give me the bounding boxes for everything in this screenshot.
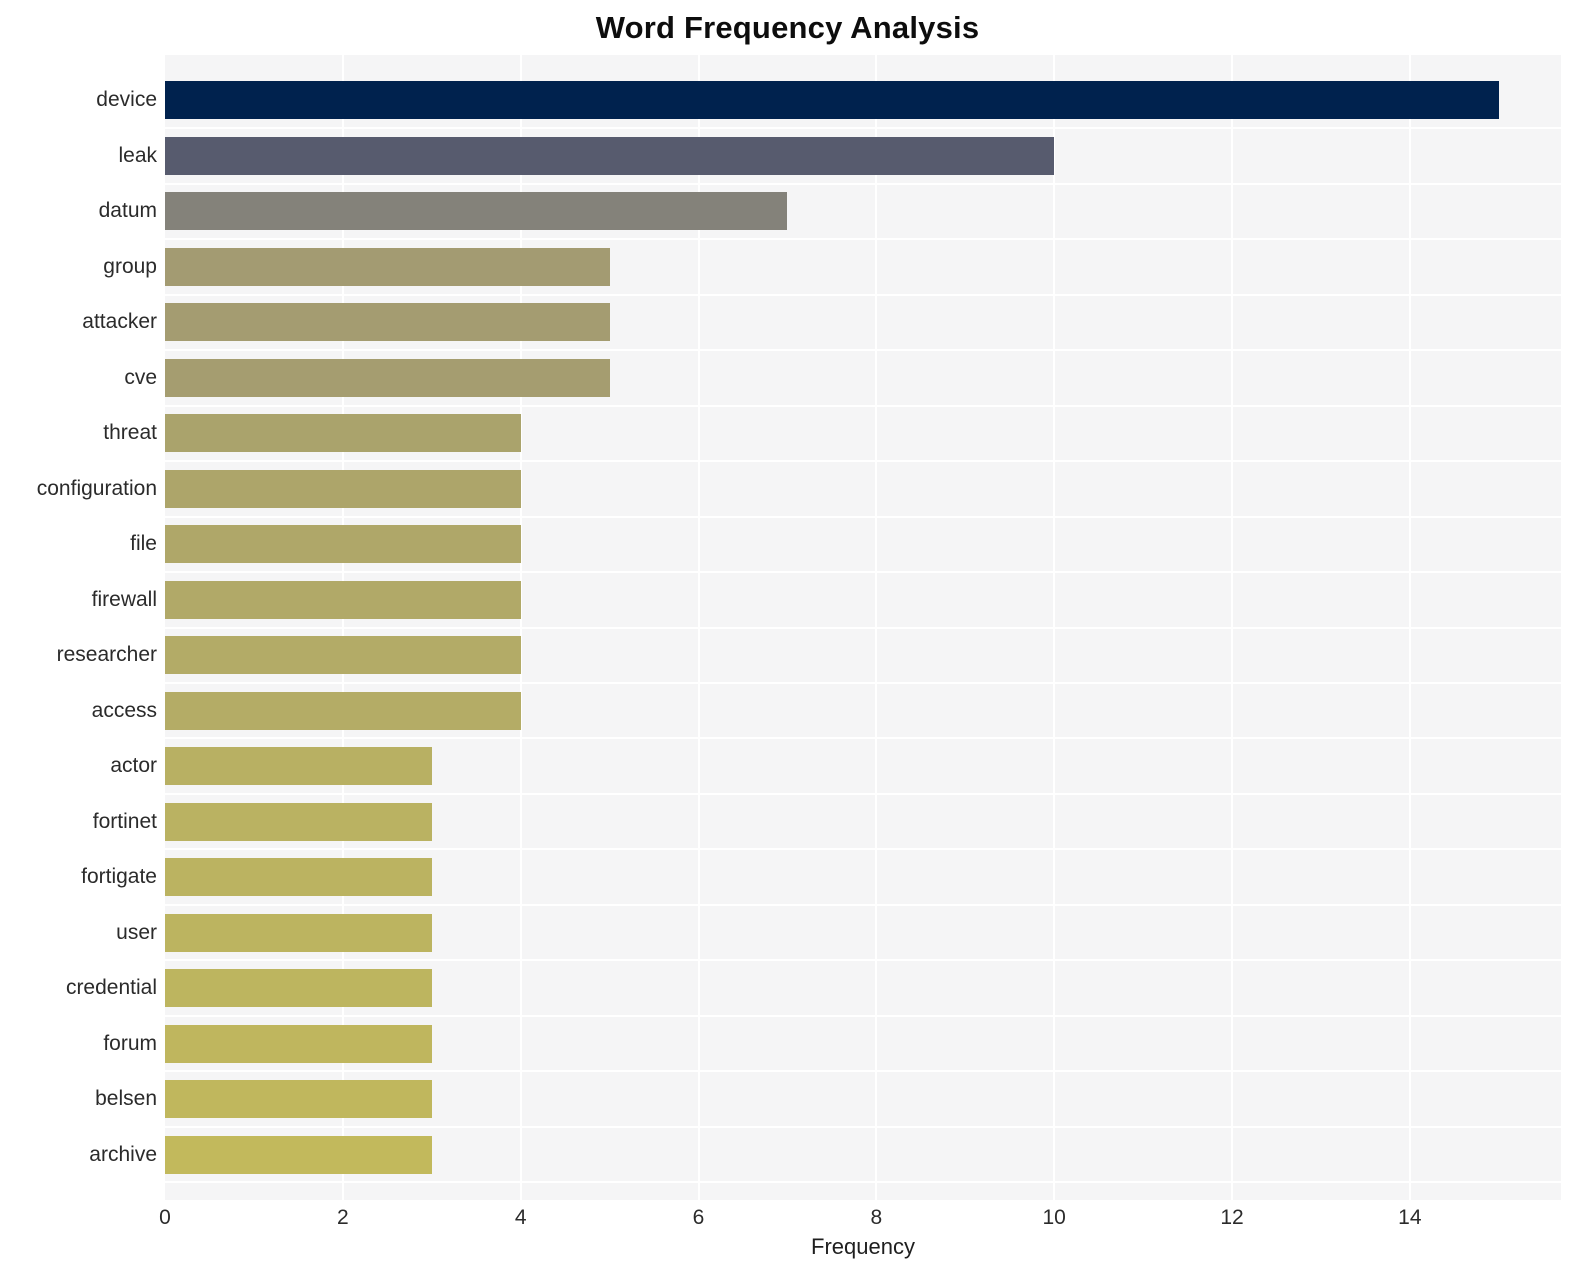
y-gridline [165, 1181, 1561, 1184]
y-gridline [165, 293, 1561, 296]
bar-firewall [165, 580, 521, 619]
y-tick-label-cve: cve [124, 365, 157, 389]
y-gridline [165, 571, 1561, 574]
y-tick-label-leak: leak [118, 143, 157, 167]
x-tick-label-2: 2 [336, 1206, 349, 1229]
bar-attacker [165, 303, 610, 342]
y-gridline [165, 792, 1561, 795]
x-tick-label-14: 14 [1398, 1206, 1422, 1229]
y-tick-label-threat: threat [103, 421, 157, 445]
y-tick-label-actor: actor [110, 754, 157, 778]
y-gridline [165, 1014, 1561, 1017]
x-tick-label-4: 4 [514, 1206, 527, 1229]
bar-datum [165, 192, 788, 231]
y-tick-label-group: group [103, 254, 157, 278]
y-gridline [165, 681, 1561, 684]
y-gridline [165, 238, 1561, 241]
y-gridline [165, 349, 1561, 352]
y-gridline [165, 848, 1561, 851]
y-tick-label-belsen: belsen [95, 1087, 157, 1111]
bar-researcher [165, 636, 521, 675]
y-gridline [165, 1125, 1561, 1128]
x-axis-title: Frequency [811, 1234, 915, 1259]
bar-file [165, 525, 521, 564]
bar-group [165, 247, 610, 286]
y-tick-label-file: file [130, 532, 157, 556]
y-gridline [165, 127, 1561, 130]
y-tick-label-archive: archive [89, 1142, 157, 1166]
y-tick-label-user: user [116, 920, 157, 944]
bar-cve [165, 358, 610, 397]
x-tick-label-10: 10 [1042, 1206, 1066, 1229]
x-tick-label-0: 0 [159, 1206, 171, 1229]
bar-device [165, 81, 1499, 120]
y-tick-label-forum: forum [103, 1031, 157, 1055]
y-tick-label-datum: datum [98, 199, 157, 223]
y-gridline [165, 404, 1561, 407]
y-tick-label-configuration: configuration [36, 476, 157, 500]
x-tick-label-12: 12 [1220, 1206, 1244, 1229]
y-tick-label-fortinet: fortinet [92, 809, 157, 833]
bar-belsen [165, 1080, 432, 1119]
y-tick-label-credential: credential [65, 976, 157, 1000]
bar-access [165, 691, 521, 730]
y-tick-label-device: device [96, 88, 157, 112]
y-tick-label-fortigate: fortigate [81, 865, 157, 889]
y-gridline [165, 460, 1561, 463]
bar-user [165, 913, 432, 952]
bar-forum [165, 1024, 432, 1063]
page-title: Word Frequency Analysis [595, 10, 980, 45]
y-tick-label-attacker: attacker [82, 310, 157, 334]
bar-archive [165, 1135, 432, 1174]
y-tick-label-access: access [91, 698, 157, 722]
y-tick-label-firewall: firewall [91, 587, 157, 611]
bar-configuration [165, 469, 521, 508]
y-gridline [165, 959, 1561, 962]
y-gridline [165, 182, 1561, 185]
bar-threat [165, 414, 521, 453]
bar-credential [165, 969, 432, 1008]
y-gridline [165, 737, 1561, 740]
y-gridline [165, 1070, 1561, 1073]
bar-leak [165, 136, 1055, 175]
bar-actor [165, 747, 432, 786]
y-gridline [165, 903, 1561, 906]
y-gridline [165, 515, 1561, 518]
word-frequency-chart: Word Frequency Analysis device leak datum g… [0, 0, 1575, 1282]
x-tick-label-8: 8 [870, 1206, 883, 1229]
bar-fortigate [165, 858, 432, 897]
y-tick-label-researcher: researcher [56, 643, 157, 667]
y-axis-tick-labels: device leak datum group attacker cve threat con… [0, 55, 157, 1200]
x-tick-label-6: 6 [692, 1206, 705, 1229]
y-gridline [165, 626, 1561, 629]
bar-fortinet [165, 802, 432, 841]
plot-area [165, 55, 1561, 1200]
